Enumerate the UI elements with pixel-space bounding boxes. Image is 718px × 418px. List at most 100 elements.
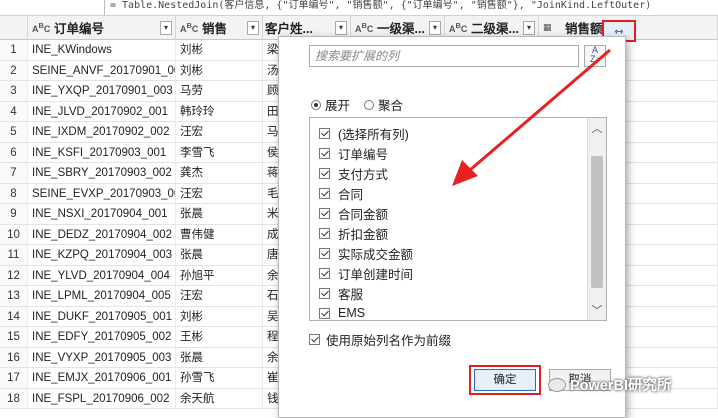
prefix-checkbox[interactable] [309, 334, 320, 345]
checkbox-checked[interactable] [319, 207, 330, 219]
row-number[interactable]: 10 [0, 224, 28, 245]
column-option[interactable]: EMS [319, 303, 365, 323]
table-cell[interactable]: INE_KZPQ_20170904_003 [28, 245, 176, 266]
radio-selected-icon[interactable] [311, 99, 321, 110]
table-cell[interactable]: 龚杰 [176, 163, 263, 184]
radio-expand[interactable]: 展开 [311, 95, 350, 114]
sort-az-icon[interactable]: A Z↓ [584, 45, 606, 67]
table-cell[interactable]: 孙旭平 [176, 265, 263, 286]
row-number[interactable]: 5 [0, 122, 28, 143]
column-option[interactable]: 支付方式 [319, 163, 388, 183]
column-option[interactable]: 实际成交金额 [319, 243, 413, 263]
column-option[interactable]: 折扣金额 [319, 223, 388, 243]
table-cell[interactable]: 刘彬 [176, 60, 263, 81]
table-cell[interactable]: INE_SBRY_20170903_002 [28, 163, 176, 184]
row-number[interactable]: 1 [0, 40, 28, 61]
table-cell[interactable]: 李雪飞 [176, 142, 263, 163]
row-number[interactable]: 12 [0, 265, 28, 286]
column-option[interactable]: 合同 [319, 183, 363, 203]
row-number[interactable]: 9 [0, 204, 28, 225]
table-cell[interactable]: 张晨 [176, 204, 263, 225]
column-option[interactable]: (选择所有列) [319, 123, 409, 143]
column-header-sales[interactable]: ABC 销售 ▾ [176, 16, 263, 40]
wechat-logo-icon [548, 377, 566, 392]
table-cell[interactable]: INE_DEDZ_20170904_002 [28, 224, 176, 245]
table-cell[interactable]: INE_IXDM_20170902_002 [28, 122, 176, 143]
table-cell[interactable]: 汪宏 [176, 183, 263, 204]
table-cell[interactable]: 王彬 [176, 327, 263, 348]
formula-bar[interactable]: = Table.NestedJoin(客户信息, {"订单编号", "销售额",… [0, 0, 718, 16]
checkbox-checked[interactable] [319, 167, 330, 179]
table-cell[interactable]: 韩玲玲 [176, 101, 263, 122]
chevron-down-icon[interactable]: ﹀ [588, 302, 606, 320]
table-cell[interactable]: 余天航 [176, 388, 263, 409]
column-header-order-id[interactable]: ABC 订单编号 ▾ [28, 16, 176, 40]
use-prefix-option[interactable]: 使用原始列名作为前缀 [309, 330, 451, 349]
table-cell[interactable]: 汪宏 [176, 286, 263, 307]
chevron-up-icon[interactable]: ︿ [588, 120, 606, 138]
table-cell[interactable]: 刘彬 [176, 40, 263, 61]
table-cell[interactable]: SEINE_EVXP_20170903_003 [28, 183, 176, 204]
row-number[interactable]: 15 [0, 327, 28, 348]
table-cell[interactable]: INE_FSPL_20170906_002 [28, 388, 176, 409]
table-cell[interactable]: INE_VYXP_20170905_003 [28, 347, 176, 368]
table-cell[interactable]: INE_NSXI_20170904_001 [28, 204, 176, 225]
row-number[interactable]: 6 [0, 142, 28, 163]
row-number[interactable]: 11 [0, 245, 28, 266]
row-number[interactable]: 4 [0, 101, 28, 122]
column-option-label: 实际成交金额 [338, 247, 414, 262]
checkbox-checked[interactable] [319, 187, 330, 199]
list-scrollbar[interactable]: ︿ ﹀ [587, 118, 606, 320]
table-cell[interactable]: 汪宏 [176, 122, 263, 143]
row-number[interactable]: 18 [0, 388, 28, 409]
filter-dropdown-icon[interactable]: ▾ [335, 20, 347, 35]
table-cell[interactable]: INE_KSFI_20170903_001 [28, 142, 176, 163]
row-number[interactable]: 16 [0, 347, 28, 368]
filter-dropdown-icon[interactable]: ▾ [429, 20, 441, 35]
ok-button[interactable]: 确定 [474, 369, 536, 391]
checkbox-checked[interactable] [319, 227, 330, 239]
table-cell[interactable]: INE_LPML_20170904_005 [28, 286, 176, 307]
table-cell[interactable]: 张晨 [176, 245, 263, 266]
filter-dropdown-icon[interactable]: ▾ [523, 20, 535, 35]
checkbox-checked[interactable] [319, 287, 330, 299]
checkbox-checked[interactable] [319, 307, 330, 319]
filter-dropdown-icon[interactable]: ▾ [160, 20, 172, 35]
row-number[interactable]: 7 [0, 163, 28, 184]
table-cell[interactable]: 马劳 [176, 81, 263, 102]
table-cell[interactable]: 张晨 [176, 347, 263, 368]
filter-dropdown-icon[interactable]: ▾ [247, 20, 259, 35]
row-number[interactable]: 8 [0, 183, 28, 204]
radio-aggregate[interactable]: 聚合 [364, 95, 403, 114]
table-cell[interactable]: SEINE_ANVF_20170901_002 [28, 60, 176, 81]
checkbox-checked[interactable] [319, 267, 330, 279]
column-option[interactable]: 合同金额 [319, 203, 388, 223]
search-columns-input[interactable]: 搜索要扩展的列 [309, 45, 579, 67]
table-cell[interactable]: 孙雪飞 [176, 368, 263, 389]
table-cell[interactable]: 曹伟健 [176, 224, 263, 245]
checkbox-checked[interactable] [319, 247, 330, 259]
column-option[interactable]: 订单创建时间 [319, 263, 413, 283]
table-cell[interactable]: INE_DUKF_20170905_001 [28, 306, 176, 327]
column-option[interactable]: 客服 [319, 283, 363, 303]
table-cell[interactable]: INE_JLVD_20170902_001 [28, 101, 176, 122]
column-option[interactable]: 订单编号 [319, 143, 388, 163]
checkbox-checked[interactable] [319, 147, 330, 159]
row-number[interactable]: 3 [0, 81, 28, 102]
table-cell[interactable]: 刘彬 [176, 306, 263, 327]
table-cell[interactable]: INE_EDFY_20170905_002 [28, 327, 176, 348]
scroll-thumb[interactable] [591, 156, 603, 288]
table-cell[interactable]: INE_YXQP_20170901_003 [28, 81, 176, 102]
row-number[interactable]: 13 [0, 286, 28, 307]
radio-unselected-icon[interactable] [364, 99, 375, 110]
row-number[interactable]: 2 [0, 60, 28, 81]
table-cell[interactable]: INE_KWindows [28, 40, 176, 61]
table-cell[interactable]: INE_EMJX_20170906_001 [28, 368, 176, 389]
formula-text[interactable]: = Table.NestedJoin(客户信息, {"订单编号", "销售额",… [110, 0, 651, 14]
checkbox-checked[interactable] [319, 127, 330, 139]
table-cell[interactable]: INE_YLVD_20170904_004 [28, 265, 176, 286]
row-number[interactable]: 14 [0, 306, 28, 327]
column-option-label: 支付方式 [338, 167, 389, 182]
table-menu-corner[interactable] [0, 16, 28, 40]
row-number[interactable]: 17 [0, 368, 28, 389]
